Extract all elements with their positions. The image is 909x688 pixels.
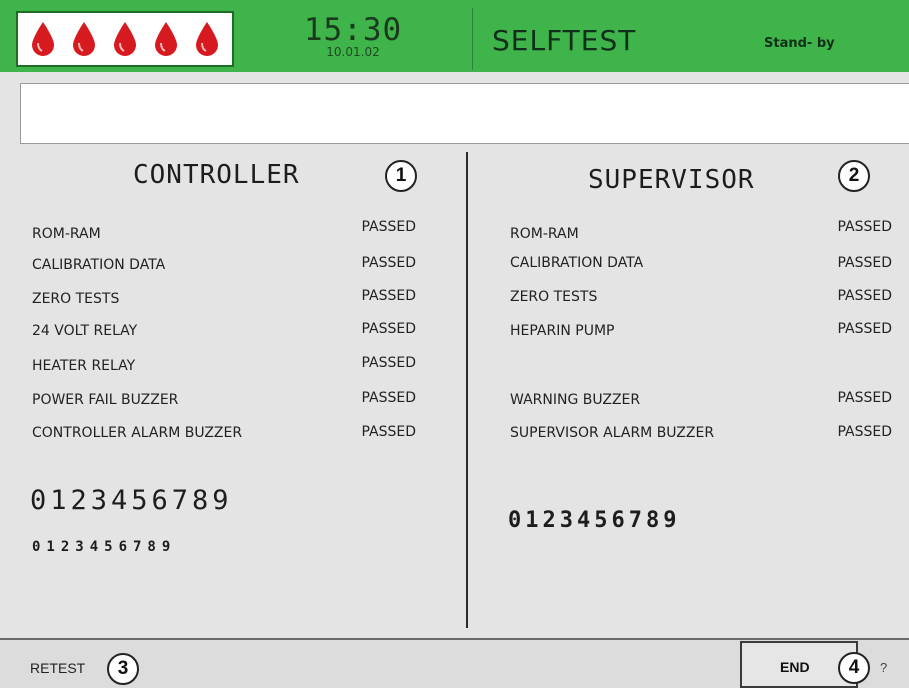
supervisor-test-label: HEPARIN PUMP <box>510 323 615 339</box>
supervisor-test-label: ZERO TESTS <box>510 289 598 305</box>
controller-test-label: ROM-RAM <box>32 226 101 242</box>
end-marker: 4 <box>838 652 870 684</box>
controller-test-label: CONTROLLER ALARM BUZZER <box>32 425 243 441</box>
clock: 15:30 10.01.02 <box>240 14 466 68</box>
header-bar: 15:30 10.01.02 SELFTEST Stand- by <box>0 0 909 72</box>
blood-drop-icon <box>72 22 95 56</box>
supervisor-test-result: PASSED <box>837 424 892 440</box>
controller-test-label: POWER FAIL BUZZER <box>32 392 179 408</box>
blood-drop-icon <box>155 22 178 56</box>
machine-status: Stand- by <box>764 36 835 51</box>
controller-test-label: ZERO TESTS <box>32 291 120 307</box>
screen-title: SELFTEST <box>492 24 637 57</box>
header-divider <box>472 8 473 70</box>
supervisor-digit-test: 0123456789 <box>508 508 681 533</box>
blood-drop-icon <box>196 22 219 56</box>
clock-time: 15:30 <box>303 12 403 48</box>
end-button-label: END <box>780 659 810 675</box>
controller-title: CONTROLLER <box>133 160 300 190</box>
controller-test-label: HEATER RELAY <box>32 358 136 374</box>
supervisor-test-label: ROM-RAM <box>510 226 579 242</box>
controller-test-result: PASSED <box>361 219 416 235</box>
supervisor-test-result: PASSED <box>837 390 892 406</box>
blood-level-indicator <box>16 11 234 67</box>
supervisor-marker: 2 <box>838 160 870 192</box>
blood-drop-icon <box>113 22 136 56</box>
message-box <box>20 83 909 144</box>
controller-test-result: PASSED <box>361 321 416 337</box>
retest-button[interactable]: RETEST <box>30 660 85 676</box>
controller-test-result: PASSED <box>361 424 416 440</box>
supervisor-test-label: CALIBRATION DATA <box>510 255 644 271</box>
controller-test-result: PASSED <box>361 390 416 406</box>
help-button[interactable]: ? <box>880 660 887 675</box>
retest-marker: 3 <box>107 653 139 685</box>
controller-test-result: PASSED <box>361 255 416 271</box>
supervisor-test-result: PASSED <box>837 321 892 337</box>
supervisor-test-label: SUPERVISOR ALARM BUZZER <box>510 425 715 441</box>
controller-test-label: CALIBRATION DATA <box>32 257 166 273</box>
controller-test-label: 24 VOLT RELAY <box>32 323 138 339</box>
supervisor-test-result: PASSED <box>837 219 892 235</box>
controller-test-result: PASSED <box>361 288 416 304</box>
controller-test-result: PASSED <box>361 355 416 371</box>
blood-drop-icon <box>31 22 54 56</box>
supervisor-title: SUPERVISOR <box>588 165 755 195</box>
controller-marker: 1 <box>385 160 417 192</box>
supervisor-test-result: PASSED <box>837 255 892 271</box>
controller-digit-test-large: 0123456789 <box>30 485 233 516</box>
supervisor-test-label: WARNING BUZZER <box>510 392 641 408</box>
controller-digit-test-small: 0123456789 <box>32 539 177 555</box>
clock-date: 10.01.02 <box>326 45 380 59</box>
panel-divider <box>466 152 468 628</box>
supervisor-test-result: PASSED <box>837 288 892 304</box>
